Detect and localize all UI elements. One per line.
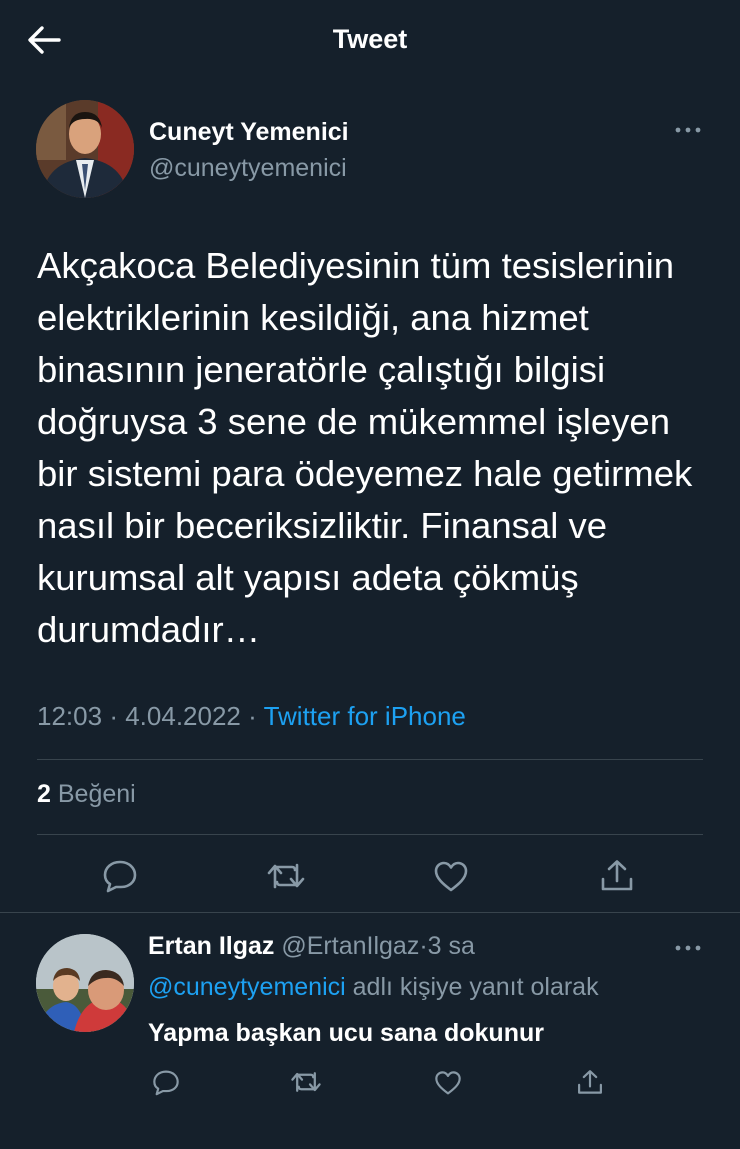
avatar[interactable] — [36, 934, 134, 1032]
share-button[interactable] — [595, 854, 639, 898]
likes-label: Beğeni — [57, 780, 136, 808]
reply-text: Yapma başkan ucu sana dokunur — [148, 1019, 544, 1047]
reply-author-handle[interactable]: @ErtanIlgaz — [281, 932, 419, 960]
share-icon — [578, 1069, 602, 1094]
more-options-button[interactable] — [672, 936, 704, 960]
page-title: Tweet — [332, 24, 408, 54]
tweet-date: 4.04.2022 — [125, 701, 241, 731]
retweet-button[interactable] — [288, 1064, 324, 1100]
divider — [37, 759, 703, 760]
retweet-button[interactable] — [264, 854, 308, 898]
retweet-icon — [291, 1072, 321, 1092]
share-icon — [601, 860, 633, 891]
share-button[interactable] — [572, 1064, 608, 1100]
reply-time: 3 sa — [427, 932, 475, 960]
reply-to-suffix: adlı kişiye yanıt olarak — [345, 973, 599, 1001]
replying-to: @cuneytyemenici adlı kişiye yanıt olarak — [148, 973, 599, 1002]
reply-tweet[interactable]: Ertan Ilgaz @ErtanIlgaz·3 sa @cuneytyeme… — [0, 912, 740, 1149]
reply-author-photo — [36, 934, 134, 1032]
tweet-author: Cuneyt Yemenici @cuneytyemenici — [36, 100, 706, 200]
reply-separator: · — [419, 932, 428, 960]
more-options-button[interactable] — [672, 118, 704, 142]
meta-separator: · — [109, 701, 118, 731]
more-dots-icon — [675, 127, 701, 133]
author-name[interactable]: Cuneyt Yemenici — [149, 118, 349, 147]
meta-separator: · — [248, 701, 257, 731]
reply-button[interactable] — [98, 854, 142, 898]
heart-icon — [434, 861, 468, 892]
reply-author-name[interactable]: Ertan Ilgaz — [148, 932, 274, 960]
reply-button[interactable] — [148, 1064, 184, 1100]
likes-stat[interactable]: 2 Beğeni — [37, 780, 136, 809]
top-bar: Tweet — [0, 0, 740, 82]
author-handle[interactable]: @cuneytyemenici — [149, 154, 347, 183]
tweet-time: 12:03 — [37, 701, 103, 731]
reply-bubble-icon — [103, 860, 137, 893]
more-dots-icon — [675, 945, 701, 951]
reply-header: Ertan Ilgaz @ErtanIlgaz·3 sa — [148, 932, 475, 961]
tweet-text: Akçakoca Belediyesinin tüm tesislerinin … — [37, 245, 693, 650]
avatar[interactable] — [36, 100, 134, 198]
like-button[interactable] — [430, 1064, 466, 1100]
heart-icon — [435, 1070, 461, 1094]
author-photo — [36, 100, 134, 198]
retweet-icon — [267, 863, 305, 889]
tweet-meta: 12:03 · 4.04.2022 · Twitter for iPhone — [37, 701, 466, 732]
reply-to-mention[interactable]: @cuneytyemenici — [148, 973, 346, 1001]
reply-bubble-icon — [153, 1070, 179, 1095]
like-button[interactable] — [429, 854, 473, 898]
likes-count: 2 — [37, 780, 51, 808]
tweet-source-link[interactable]: Twitter for iPhone — [264, 701, 466, 731]
divider — [37, 834, 703, 835]
